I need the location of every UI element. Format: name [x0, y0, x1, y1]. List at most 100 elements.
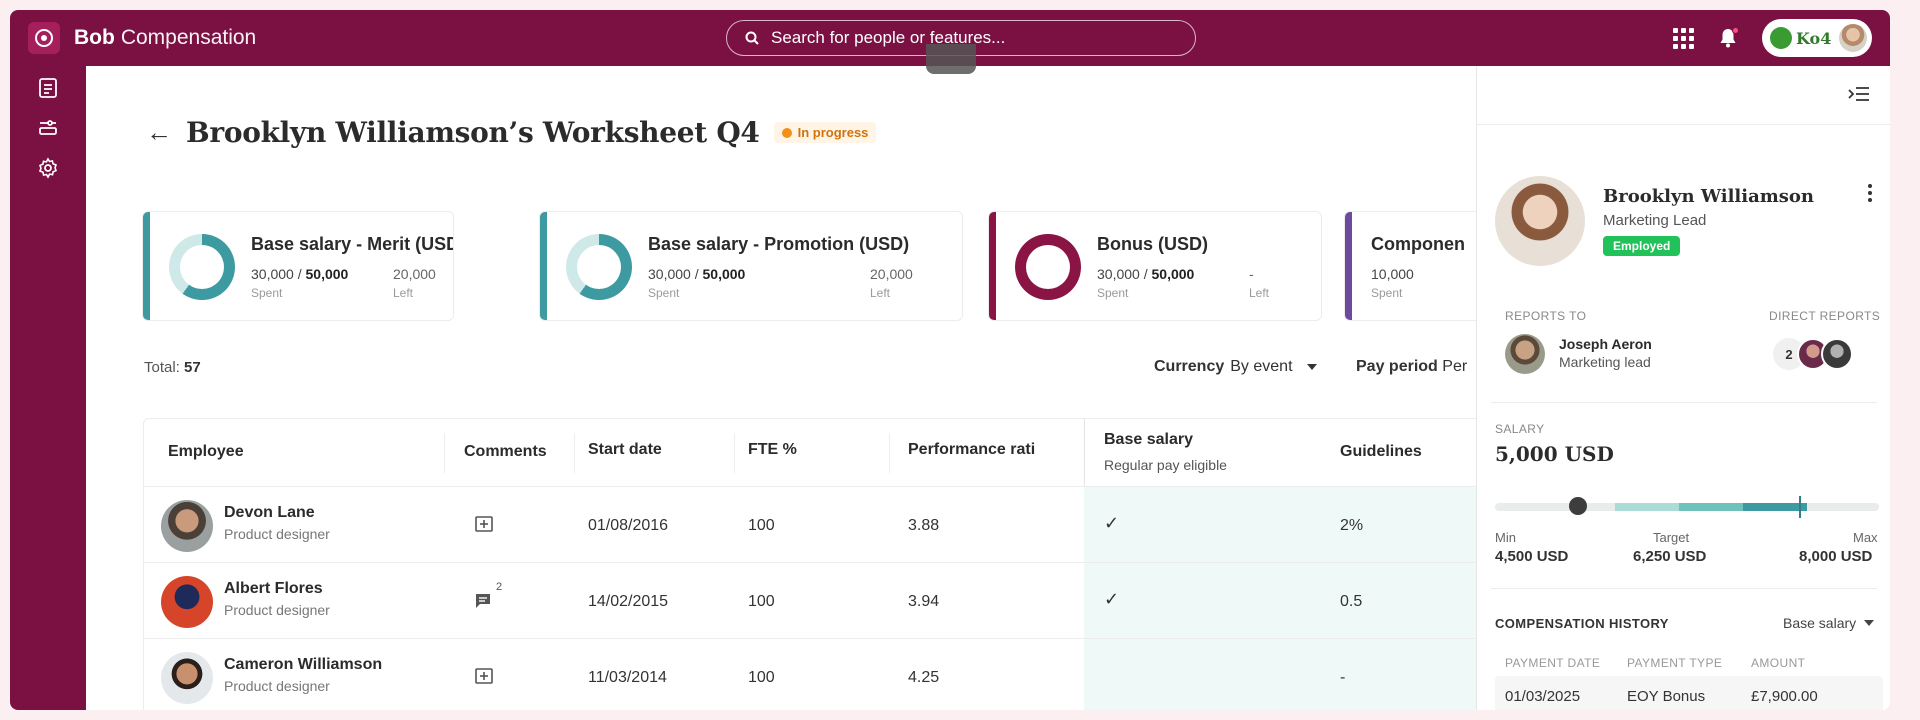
card-accent: [1345, 212, 1352, 320]
notifications-bell-icon[interactable]: [1718, 27, 1739, 49]
notification-dot: [1732, 27, 1739, 34]
performance-cell: 3.88: [908, 517, 940, 534]
chevron-down-icon: [1864, 620, 1875, 626]
card-spent: 30,000 / 50,000 Spent: [648, 266, 746, 300]
guidelines-cell: 0.5: [1340, 593, 1363, 610]
fte-cell: 100: [748, 593, 775, 610]
pay-period-dropdown[interactable]: Pay period Per: [1356, 358, 1467, 376]
card-left: 20,000 Left: [870, 266, 913, 300]
fte-cell: 100: [748, 669, 775, 686]
collapse-panel-icon[interactable]: [1848, 86, 1870, 102]
col-base-salary[interactable]: Base salary Regular pay eligible: [1104, 431, 1227, 473]
start-date-cell: 14/02/2015: [588, 593, 669, 610]
salary-range-bar: [1495, 503, 1879, 511]
avatar: [161, 652, 213, 704]
card-accent: [540, 212, 547, 320]
col-fte[interactable]: FTE %: [748, 441, 797, 459]
history-row[interactable]: 01/03/2025 EOY Bonus £7,900.00: [1495, 676, 1883, 710]
budget-donut-chart: [169, 234, 235, 300]
manager-avatar: [1505, 334, 1545, 374]
settings-gear-icon[interactable]: [36, 156, 60, 180]
direct-reports-label: DIRECT REPORTS: [1769, 309, 1881, 323]
add-comment-icon[interactable]: [474, 667, 496, 687]
manager-name[interactable]: Joseph Aeron: [1559, 336, 1652, 352]
budget-card-promotion[interactable]: Base salary - Promotion (USD) 30,000 / 5…: [539, 211, 963, 321]
account-switcher[interactable]: Ko4: [1762, 19, 1872, 57]
table-header: Employee Comments Start date FTE % Perfo…: [144, 419, 1476, 487]
performance-cell: 4.25: [908, 669, 940, 686]
apps-grid-icon[interactable]: [1673, 27, 1694, 49]
cycles-icon[interactable]: [36, 116, 60, 140]
employee-role: Product designer: [224, 526, 330, 542]
card-spent: 30,000 / 50,000 Spent: [251, 266, 349, 300]
comment-count: 2: [496, 581, 503, 593]
guidelines-cell: 2%: [1340, 517, 1364, 534]
col-performance[interactable]: Performance rati: [908, 441, 1035, 459]
comments-icon[interactable]: [474, 591, 496, 611]
card-title: Componen: [1371, 234, 1465, 254]
employee-role: Marketing Lead: [1603, 212, 1707, 229]
company-leaf-icon: [1770, 27, 1792, 49]
col-payment-date: PAYMENT DATE: [1505, 656, 1601, 670]
card-title: Bonus (USD): [1097, 234, 1208, 254]
page-header: ← Brooklyn Williamson’s Worksheet Q4 In …: [146, 116, 877, 149]
check-icon[interactable]: ✓: [1104, 589, 1119, 610]
employees-table: Employee Comments Start date FTE % Perfo…: [143, 418, 1476, 710]
card-spent: 10,000 Spent: [1371, 266, 1414, 300]
employee-name[interactable]: Cameron Williamson: [224, 656, 382, 674]
back-arrow-icon[interactable]: ←: [146, 117, 172, 148]
range-max-value: 8,000 USD: [1799, 548, 1873, 565]
range-max-label: Max: [1853, 530, 1878, 545]
status-label: In progress: [797, 125, 869, 140]
check-icon[interactable]: ✓: [1104, 513, 1119, 534]
card-title: Base salary - Promotion (USD): [648, 234, 910, 254]
chevron-down-icon: [1306, 364, 1317, 370]
budget-card-merit[interactable]: Base salary - Merit (USD) 30,000 / 50,00…: [142, 211, 454, 321]
payment-date-cell: 01/03/2025: [1505, 688, 1581, 705]
bob-logo-icon[interactable]: [28, 22, 60, 54]
payment-type-cell: EOY Bonus: [1627, 688, 1706, 705]
worksheets-icon[interactable]: [36, 76, 60, 100]
employment-status-badge: Employed: [1603, 236, 1681, 256]
status-badge: In progress: [773, 122, 877, 143]
col-guidelines[interactable]: Guidelines: [1340, 443, 1422, 461]
fte-cell: 100: [748, 517, 775, 534]
main-content: ← Brooklyn Williamson’s Worksheet Q4 In …: [86, 66, 1476, 710]
target-marker: [1799, 496, 1801, 518]
budget-donut-chart: [566, 234, 632, 300]
company-name: Ko4: [1796, 28, 1832, 48]
reports-to-label: REPORTS TO: [1505, 309, 1587, 323]
manager-role: Marketing lead: [1559, 354, 1651, 370]
range-min-value: 4,500 USD: [1495, 548, 1569, 565]
budget-donut-chart: [1015, 234, 1081, 300]
guidelines-cell: -: [1340, 669, 1346, 686]
col-payment-type: PAYMENT TYPE: [1627, 656, 1723, 670]
status-dot-icon: [781, 127, 792, 138]
budget-card-component[interactable]: Componen 10,000 Spent: [1344, 211, 1476, 321]
brand-name: Bob: [74, 26, 115, 49]
currency-dropdown[interactable]: Currency By event: [1154, 358, 1317, 376]
direct-report-avatar[interactable]: [1821, 338, 1853, 370]
card-accent: [143, 212, 150, 320]
col-amount: AMOUNT: [1751, 656, 1806, 670]
table-row[interactable]: Albert Flores Product designer 2 14/02/2…: [144, 563, 1476, 639]
table-row[interactable]: Devon Lane Product designer 01/08/2016 1…: [144, 487, 1476, 563]
col-comments[interactable]: Comments: [464, 443, 547, 461]
col-employee[interactable]: Employee: [168, 443, 244, 461]
employee-name: Brooklyn Williamson: [1603, 186, 1815, 207]
employee-name[interactable]: Albert Flores: [224, 580, 323, 598]
table-row[interactable]: Cameron Williamson Product designer 11/0…: [144, 639, 1476, 710]
brand-module: Compensation: [120, 26, 257, 49]
history-filter-dropdown[interactable]: Base salary: [1783, 615, 1875, 631]
page-title: Brooklyn Williamson’s Worksheet Q4: [186, 116, 760, 149]
budget-card-bonus[interactable]: Bonus (USD) 30,000 / 50,000 Spent - Left: [988, 211, 1322, 321]
compensation-history-title: COMPENSATION HISTORY: [1495, 616, 1669, 631]
employee-name[interactable]: Devon Lane: [224, 504, 315, 522]
col-start-date[interactable]: Start date: [588, 441, 662, 459]
company-logo: Ko4: [1770, 27, 1831, 49]
add-comment-icon[interactable]: [474, 515, 496, 535]
employee-side-panel: Brooklyn Williamson Marketing Lead Emplo…: [1476, 66, 1890, 710]
range-target-value: 6,250 USD: [1633, 548, 1707, 565]
total-count: Total: 57: [144, 359, 201, 376]
more-options-icon[interactable]: [1868, 184, 1872, 202]
